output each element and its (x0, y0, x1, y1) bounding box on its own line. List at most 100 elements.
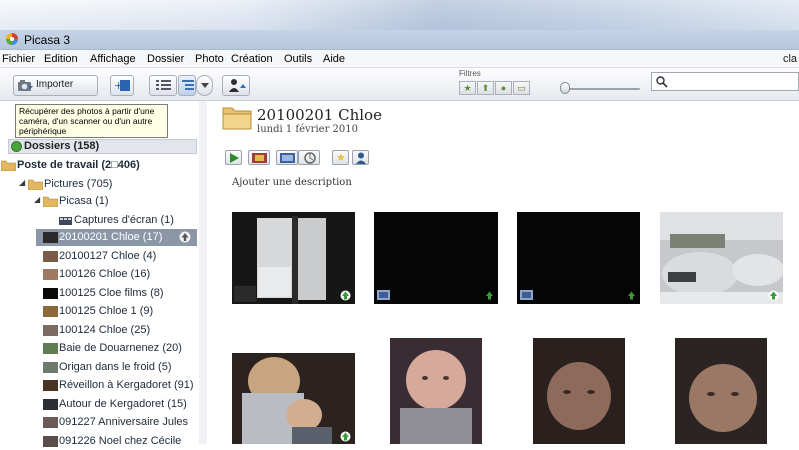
menu-user-fragment[interactable]: cla (783, 53, 797, 65)
menu-outils[interactable]: Outils (284, 53, 312, 65)
import-button[interactable]: Importer (13, 75, 98, 96)
movie-icon (280, 153, 295, 163)
tree-view-icon (182, 80, 194, 90)
uploaded-badge-icon (628, 291, 635, 300)
album-thumbnail-icon (43, 232, 58, 243)
tree-item[interactable]: Captures d'écran (1) (0, 212, 197, 229)
menu-fichier[interactable]: Fichier (2, 53, 35, 65)
menu-creation[interactable]: Création (231, 53, 273, 65)
photo-thumbnail[interactable] (374, 212, 498, 304)
add-to-album-button[interactable]: + (110, 75, 134, 96)
import-label: Importer (36, 79, 74, 90)
album-thumbnail-icon (43, 251, 58, 262)
tree-item[interactable]: ◢ Picasa (1) (0, 193, 197, 210)
tree-item[interactable]: Autour de Kergadoret (15) (0, 396, 197, 413)
photo-thumbnail[interactable] (675, 338, 767, 444)
album-thumbnail-icon (43, 288, 58, 299)
menu-edition[interactable]: Edition (44, 53, 78, 65)
list-view-icon (156, 80, 171, 90)
album-thumbnail-icon (43, 436, 58, 447)
tree-item-label: Captures d'écran (1) (74, 214, 174, 226)
tree-item[interactable]: 091226 Noel chez Cécile (0, 433, 197, 450)
menu-affichage[interactable]: Affichage (90, 53, 136, 65)
list-view-button[interactable] (149, 75, 177, 96)
tree-item[interactable]: 100125 Cloe films (8) (0, 285, 197, 302)
sync-button[interactable] (298, 150, 320, 165)
album-thumbnail-icon (43, 306, 58, 317)
screenshots-icon (59, 217, 72, 225)
star-icon: ★ (463, 83, 472, 93)
expand-arrow-icon[interactable]: ◢ (34, 195, 40, 204)
tree-item[interactable]: 20100127 Chloe (4) (0, 248, 197, 265)
album-thumbnail-icon (43, 380, 58, 391)
tree-item-label: 100125 Chloe 1 (9) (59, 305, 154, 317)
tree-item[interactable]: 100125 Chloe 1 (9) (0, 303, 197, 320)
sync-icon (304, 152, 316, 164)
video-badge-icon (377, 290, 390, 300)
album-thumbnail-icon (43, 343, 58, 354)
film-icon: ▭ (517, 83, 526, 93)
menu-dossier[interactable]: Dossier (147, 53, 184, 65)
play-slideshow-button[interactable] (225, 150, 242, 165)
album-thumbnail-icon (43, 362, 58, 373)
photo-thumbnail[interactable] (660, 212, 783, 304)
album-thumbnail-icon (43, 269, 58, 280)
filter-star-button[interactable]: ★ (459, 81, 476, 95)
sidebar-scrollbar[interactable] (199, 101, 207, 444)
search-input[interactable] (651, 72, 799, 91)
tree-item-label: 100126 Chloe (16) (59, 268, 151, 280)
picasa-icon (6, 33, 18, 45)
star-album-button[interactable]: ★ (332, 150, 349, 165)
collage-button[interactable] (248, 150, 270, 165)
tree-item-label: 091226 Noel chez Cécile (59, 435, 182, 447)
play-icon (230, 153, 239, 163)
tree-item[interactable]: Baie de Douarnenez (20) (0, 340, 197, 357)
person-icon: ● (500, 83, 507, 93)
tree-item[interactable]: Réveillon à Kergadoret (91) (0, 377, 197, 394)
photo-thumbnail[interactable] (517, 212, 640, 304)
upload-icon[interactable] (179, 231, 191, 243)
tree-item-selected[interactable]: 20100201 Chloe (17) (36, 229, 197, 246)
photo-thumbnail[interactable] (533, 338, 625, 444)
filter-video-button[interactable]: ▭ (513, 81, 530, 95)
tree-view-button[interactable] (178, 75, 196, 96)
uploaded-badge-icon (486, 291, 493, 300)
album-thumbnail-icon (43, 417, 58, 428)
menu-aide[interactable]: Aide (323, 53, 345, 65)
photo-thumbnail[interactable] (232, 353, 355, 444)
tree-item-label: Autour de Kergadoret (15) (59, 398, 187, 410)
photo-thumbnail[interactable] (390, 338, 482, 444)
chevron-down-icon (201, 83, 209, 88)
album-thumbnail-icon (43, 399, 58, 410)
album-title: 20100201 Chloe (257, 106, 382, 124)
import-tooltip: Récupérer des photos à partir d'une camé… (15, 104, 168, 138)
tree-item[interactable]: Poste de travail (2□406) (0, 157, 197, 174)
collapse-toggle-icon[interactable] (11, 141, 22, 152)
filter-uploaded-button[interactable]: ⬆ (477, 81, 494, 95)
menu-photo[interactable]: Photo (195, 53, 224, 65)
album-thumbnail-icon (43, 325, 58, 336)
tree-item[interactable]: 100124 Chloe (25) (0, 322, 197, 339)
album-description[interactable]: Ajouter une description (232, 177, 352, 188)
expand-arrow-icon[interactable]: ◢ (19, 178, 25, 187)
photo-thumbnail[interactable] (232, 212, 355, 304)
movie-button[interactable] (276, 150, 298, 165)
filter-date-slider-knob[interactable] (560, 82, 570, 94)
tree-item[interactable]: Origan dans le froid (5) (0, 359, 197, 376)
upload-person-icon (229, 79, 246, 92)
tree-item-label: Picasa (1) (59, 195, 109, 207)
share-button[interactable] (222, 75, 250, 96)
people-button[interactable] (352, 150, 369, 165)
view-dropdown-button[interactable] (196, 75, 213, 96)
filter-date-slider[interactable] (562, 88, 640, 90)
tree-item[interactable]: 091227 Anniversaire Jules (0, 414, 197, 431)
tree-item[interactable]: ◢ Pictures (705) (0, 176, 197, 193)
folders-label: Dossiers (158) (24, 140, 100, 152)
window-title: Picasa 3 (24, 33, 71, 47)
folder-icon (1, 160, 16, 171)
tree-item-label: 100125 Cloe films (8) (59, 287, 164, 299)
search-icon (656, 76, 668, 88)
filters-label: Filtres (459, 69, 481, 78)
filter-people-button[interactable]: ● (495, 81, 512, 95)
tree-item[interactable]: 100126 Chloe (16) (0, 266, 197, 283)
